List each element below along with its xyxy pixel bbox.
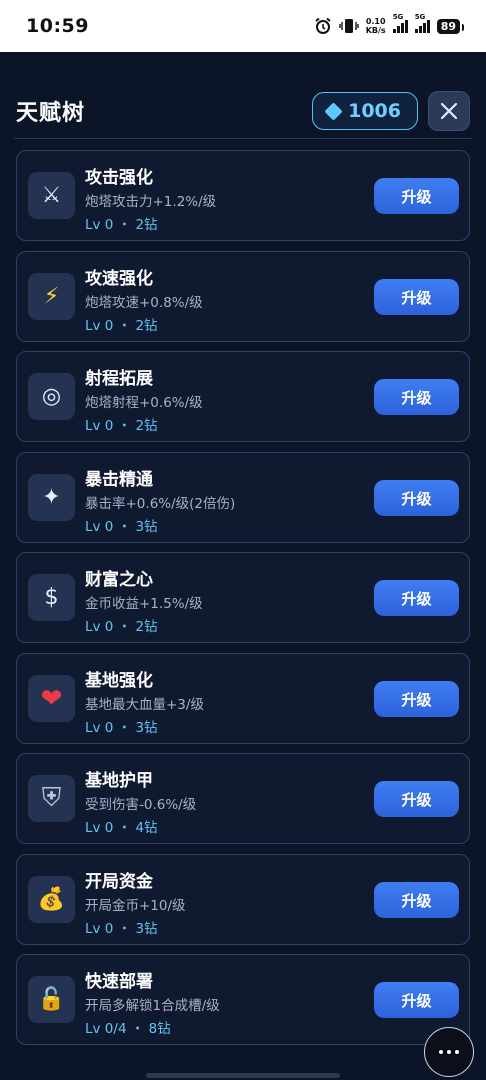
header: 天赋树 1006 [16,86,470,136]
upgrade-button[interactable]: 升级 [374,379,459,415]
net-speed: 0.10 KB/s [366,17,386,35]
signal-icon-2: 5G [414,13,430,33]
signal-label-2: 5G [414,13,426,21]
dollar-icon: $ [28,574,75,621]
talent-card: ❤ 基地强化基地最大血量+3/级 Lv 0 ・ 3钻 升级 [16,653,470,744]
talent-tree-screen: 天赋树 1006 ⚔ 攻击强化 炮塔攻击力+1.2%/级 Lv 0 ・ 2钻 升级 ⚡ 攻速… [0,52,486,1080]
talent-level-cost: Lv 0 ・ 3钻 [85,519,158,535]
talent-name: 基地护甲 [85,771,153,791]
talent-description: 开局多解锁1合成槽/级 [85,998,220,1014]
vibrate-icon [339,19,359,33]
upgrade-button[interactable]: 升级 [374,781,459,817]
talent-card: $ 财富之心金币收益+1.5%/级 Lv 0 ・ 2钻 升级 [16,552,470,643]
upgrade-button[interactable]: 升级 [374,178,459,214]
status-icons: 0.10 KB/s 5G 5G 89 [314,13,465,35]
upgrade-button[interactable]: 升级 [374,982,459,1018]
battery-icon: 89 [436,18,465,34]
talent-card: ⚡ 攻速强化炮塔攻速+0.8%/级 Lv 0 ・ 2钻 升级 [16,251,470,342]
swords-icon: ⚔ [28,172,75,219]
talent-description: 受到伤害-0.6%/级 [85,797,197,813]
shield-icon: ⛨ [28,775,75,822]
talent-level-cost: Lv 0 ・ 3钻 [85,921,158,937]
talent-description: 基地最大血量+3/级 [85,697,204,713]
diamond-icon [324,101,343,121]
talent-name: 快速部署 [85,972,153,992]
talent-name: 财富之心 [85,570,153,590]
upgrade-button[interactable]: 升级 [374,480,459,516]
talent-description: 金币收益+1.5%/级 [85,596,203,612]
talent-level-cost: Lv 0/4 ・ 8钻 [85,1021,171,1037]
net-speed-value: 0.10 [365,17,386,26]
talent-card: ⚔ 攻击强化炮塔攻击力+1.2%/级 Lv 0 ・ 2钻 升级 [16,150,470,241]
talent-name: 攻速强化 [85,269,153,289]
header-divider [14,138,472,139]
talent-level-cost: Lv 0 ・ 2钻 [85,318,158,334]
gem-count: 1006 [348,100,401,122]
talent-card: 💰 开局资金开局金币+10/级 Lv 0 ・ 3钻 升级 [16,854,470,945]
upgrade-button[interactable]: 升级 [374,279,459,315]
talent-description: 开局金币+10/级 [85,898,186,914]
talent-description: 炮塔攻击力+1.2%/级 [85,194,217,210]
money-bag-icon: 💰 [28,876,75,923]
upgrade-button[interactable]: 升级 [374,580,459,616]
talent-level-cost: Lv 0 ・ 2钻 [85,217,158,233]
upgrade-button[interactable]: 升级 [374,681,459,717]
page-title: 天赋树 [16,101,86,126]
unlock-icon: 🔓 [28,976,75,1023]
talent-level-cost: Lv 0 ・ 2钻 [85,619,158,635]
upgrade-button[interactable]: 升级 [374,882,459,918]
more-button[interactable] [424,1027,474,1077]
talent-name: 暴击精通 [85,470,153,490]
talent-level-cost: Lv 0 ・ 4钻 [85,820,158,836]
home-indicator[interactable] [146,1073,340,1078]
dot-icon [439,1050,443,1054]
close-icon [440,102,458,120]
sparkle-icon: ✦ [28,474,75,521]
dot-icon [447,1050,451,1054]
signal-icon: 5G [392,13,408,33]
talent-level-cost: Lv 0 ・ 3钻 [85,720,158,736]
lightning-icon: ⚡ [28,273,75,320]
talent-card: ⛨ 基地护甲受到伤害-0.6%/级 Lv 0 ・ 4钻 升级 [16,753,470,844]
heart-icon: ❤ [28,675,75,722]
close-button[interactable] [428,91,470,131]
target-icon: ◎ [28,373,75,420]
signal-label: 5G [392,13,404,21]
gem-balance: 1006 [312,92,418,130]
talent-name: 基地强化 [85,671,153,691]
dot-icon [455,1050,459,1054]
talent-card: 🔓 快速部署开局多解锁1合成槽/级 Lv 0/4 ・ 8钻 升级 [16,954,470,1045]
talent-description: 炮塔射程+0.6%/级 [85,395,203,411]
net-speed-unit: KB/s [365,26,386,35]
talent-level-cost: Lv 0 ・ 2钻 [85,418,158,434]
talent-description: 暴击率+0.6%/级(2倍伤) [85,496,236,512]
talent-name: 射程拓展 [85,369,153,389]
header-actions: 1006 [312,91,470,131]
talent-name: 开局资金 [85,872,153,892]
status-bar: 10:59 0.10 KB/s 5G 5G 89 [0,0,486,52]
talent-description: 炮塔攻速+0.8%/级 [85,295,203,311]
alarm-icon [315,17,331,34]
talent-name: 攻击强化 [85,168,153,188]
talent-card: ◎ 射程拓展炮塔射程+0.6%/级 Lv 0 ・ 2钻 升级 [16,351,470,442]
status-time: 10:59 [26,15,89,37]
talent-card: ✦ 暴击精通暴击率+0.6%/级(2倍伤) Lv 0 ・ 3钻 升级 [16,452,470,543]
